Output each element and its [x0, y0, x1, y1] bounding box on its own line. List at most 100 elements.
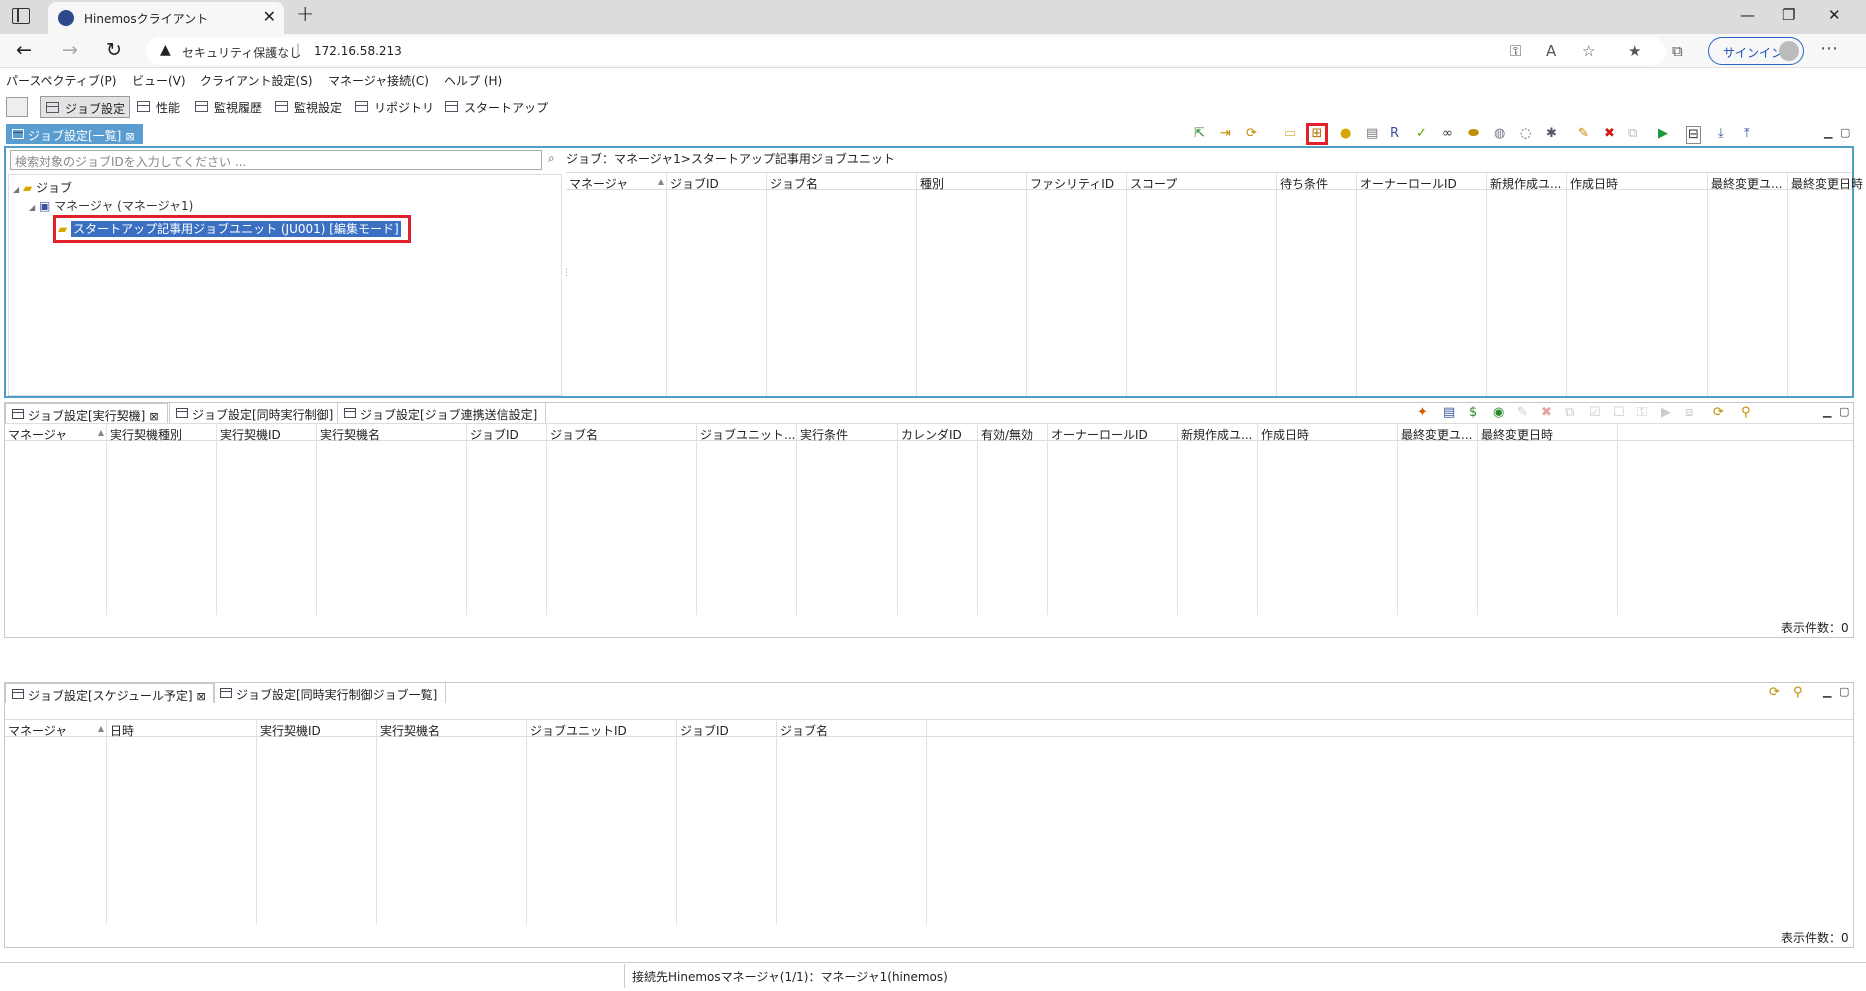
- restore-window-icon[interactable]: ❐: [1782, 6, 1795, 24]
- reload-icon[interactable]: ↻: [106, 39, 122, 61]
- minimize-view-icon[interactable]: ▁: [1823, 685, 1831, 698]
- col-manager[interactable]: マネージャ ▲: [5, 720, 107, 925]
- pin-icon[interactable]: ⚲: [1741, 405, 1751, 421]
- col-trigger-id[interactable]: 実行契機ID: [257, 720, 377, 925]
- tab-schedule[interactable]: ジョブ設定[スケジュール予定] ⊠: [5, 683, 215, 703]
- col-modified-user[interactable]: 最終変更ユ...: [1398, 424, 1478, 615]
- menu-perspective[interactable]: パースペクティブ(P): [6, 72, 116, 89]
- schedule-trigger-icon[interactable]: ✦: [1417, 405, 1428, 421]
- col-trigger-name[interactable]: 実行契機名: [377, 720, 527, 925]
- approval-icon[interactable]: ✓: [1416, 126, 1427, 142]
- col-datetime[interactable]: 日時: [107, 720, 257, 925]
- collapse-icon[interactable]: ⤒: [1744, 126, 1750, 142]
- col-job-id[interactable]: ジョブID: [667, 173, 767, 396]
- filter-icon[interactable]: ⧈: [1685, 405, 1693, 421]
- tab-concurrency-control[interactable]: ジョブ設定[同時実行制御]: [169, 403, 341, 423]
- manual-trigger-icon[interactable]: $: [1469, 405, 1477, 421]
- close-view-icon[interactable]: ⊠: [197, 690, 206, 703]
- url-field[interactable]: ▲ セキュリティ保護なし | 172.16.58.213: [146, 37, 1666, 65]
- tree-expand-icon[interactable]: ◢: [29, 203, 35, 212]
- disable-icon[interactable]: ☐: [1613, 405, 1625, 421]
- key-icon[interactable]: ⚿: [1637, 405, 1647, 421]
- menu-help[interactable]: ヘルプ (H): [444, 72, 502, 89]
- favorite-icon[interactable]: ☆: [1582, 42, 1595, 60]
- url-host[interactable]: 172.16.58.213: [314, 44, 402, 58]
- edit-icon[interactable]: ✎: [1578, 126, 1589, 142]
- tab-job-list[interactable]: ジョブ設定[一覧] ⊠: [6, 124, 143, 144]
- tab-job-link-send[interactable]: ジョブ設定[ジョブ連携送信設定]: [337, 403, 547, 423]
- col-jobunit-id[interactable]: ジョブユニット...: [697, 424, 797, 615]
- maximize-view-icon[interactable]: ▢: [1839, 405, 1849, 418]
- col-created-user[interactable]: 新規作成ユ...: [1487, 173, 1567, 396]
- file-transfer-icon[interactable]: R: [1390, 126, 1399, 142]
- col-trigger-id[interactable]: 実行契機ID: [217, 424, 317, 615]
- perspective-monitor-settings[interactable]: 監視設定: [270, 96, 346, 118]
- run-icon[interactable]: ▶: [1661, 405, 1671, 421]
- col-modified-user[interactable]: 最終変更ユ...: [1708, 173, 1788, 396]
- read-aloud-icon[interactable]: A: [1546, 42, 1556, 60]
- tab-actions-icon[interactable]: [12, 8, 30, 24]
- col-modified-date[interactable]: 最終変更日時: [1478, 424, 1618, 615]
- minimize-window-icon[interactable]: —: [1740, 6, 1755, 24]
- col-job-name[interactable]: ジョブ名: [547, 424, 697, 615]
- refresh-icon[interactable]: ⟳: [1246, 126, 1257, 142]
- delete-icon[interactable]: ✖: [1541, 405, 1552, 421]
- col-wait-condition[interactable]: 待ち条件: [1277, 173, 1357, 396]
- perspective-performance[interactable]: 性能: [132, 96, 184, 118]
- col-created-date[interactable]: 作成日時: [1258, 424, 1398, 615]
- col-created-date[interactable]: 作成日時: [1567, 173, 1708, 396]
- favorites-list-icon[interactable]: ★: [1628, 42, 1641, 60]
- col-type[interactable]: 種別: [917, 173, 1027, 396]
- col-created-user[interactable]: 新規作成ユ...: [1178, 424, 1258, 615]
- maximize-view-icon[interactable]: ▢: [1840, 126, 1850, 139]
- col-job-id[interactable]: ジョブID: [467, 424, 547, 615]
- col-scope[interactable]: スコープ: [1127, 173, 1277, 396]
- rpa-icon[interactable]: ✱: [1546, 126, 1557, 142]
- menu-client-settings[interactable]: クライアント設定(S): [200, 72, 313, 89]
- job-icon[interactable]: ▤: [1366, 126, 1378, 142]
- minimize-view-icon[interactable]: ▁: [1824, 126, 1832, 139]
- menu-manager-connection[interactable]: マネージャ接続(C): [328, 72, 429, 89]
- col-job-name[interactable]: ジョブ名: [777, 720, 927, 925]
- forward-icon[interactable]: →: [62, 39, 78, 61]
- tree-jobunit[interactable]: ▰ スタートアップ記事用ジョブユニット (JU001) [編集モード]: [58, 220, 401, 237]
- run-icon[interactable]: ▶: [1658, 126, 1668, 142]
- col-jobunit-id[interactable]: ジョブユニットID: [527, 720, 677, 925]
- perspective-startup[interactable]: スタートアップ: [440, 96, 552, 118]
- delete-icon[interactable]: ✖: [1604, 126, 1615, 142]
- close-view-icon[interactable]: ⊠: [149, 410, 158, 423]
- job-search-input[interactable]: 検索対象のジョブIDを入力してください ...: [10, 150, 542, 170]
- monitor-job-icon[interactable]: ⬬: [1468, 126, 1479, 142]
- copy-icon[interactable]: ⧉: [1565, 405, 1574, 421]
- enable-icon[interactable]: ☑: [1589, 405, 1601, 421]
- job-import-icon[interactable]: ⇥: [1220, 126, 1231, 142]
- file-check-icon[interactable]: ▤: [1443, 405, 1455, 421]
- col-job-name[interactable]: ジョブ名: [767, 173, 917, 396]
- create-jobunit-icon[interactable]: ⊞: [1306, 123, 1328, 145]
- close-tab-icon[interactable]: ✕: [263, 7, 276, 26]
- col-calendar-id[interactable]: カレンダID: [898, 424, 978, 615]
- col-owner-role-id[interactable]: オーナーロールID: [1357, 173, 1487, 396]
- col-facility-id[interactable]: ファシリティID: [1027, 173, 1127, 396]
- tree-manager[interactable]: ◢ ▣ マネージャ (マネージャ1): [29, 197, 193, 214]
- minimize-view-icon[interactable]: ▁: [1823, 405, 1831, 418]
- refresh-icon[interactable]: ⟳: [1713, 405, 1724, 421]
- col-owner-role-id[interactable]: オーナーロールID: [1048, 424, 1178, 615]
- message-icon[interactable]: ◌: [1520, 126, 1531, 142]
- col-trigger-type[interactable]: 実行契機種別: [107, 424, 217, 615]
- edit-icon[interactable]: ✎: [1517, 405, 1528, 421]
- more-icon[interactable]: ⋯: [1820, 38, 1838, 59]
- perspective-monitor-history[interactable]: 監視履歴: [190, 96, 266, 118]
- signin-button[interactable]: サインイン: [1708, 37, 1804, 65]
- browser-tab[interactable]: Hinemosクライアント ✕: [48, 2, 284, 34]
- close-view-icon[interactable]: ⊠: [125, 130, 134, 143]
- close-window-icon[interactable]: ✕: [1828, 6, 1841, 24]
- job-net-icon[interactable]: ●: [1340, 126, 1351, 142]
- col-trigger-name[interactable]: 実行契機名: [317, 424, 467, 615]
- tree-root-job[interactable]: ◢ ▰ ジョブ: [13, 179, 72, 196]
- copy-icon[interactable]: ⧉: [1628, 126, 1637, 142]
- perspective-repository[interactable]: リポジトリ: [350, 96, 438, 118]
- col-manager[interactable]: マネージャ ▲: [566, 173, 667, 396]
- tab-concurrency-job-list[interactable]: ジョブ設定[同時実行制御ジョブ一覧]: [213, 683, 447, 703]
- col-modified-date[interactable]: 最終変更日時: [1788, 173, 1863, 396]
